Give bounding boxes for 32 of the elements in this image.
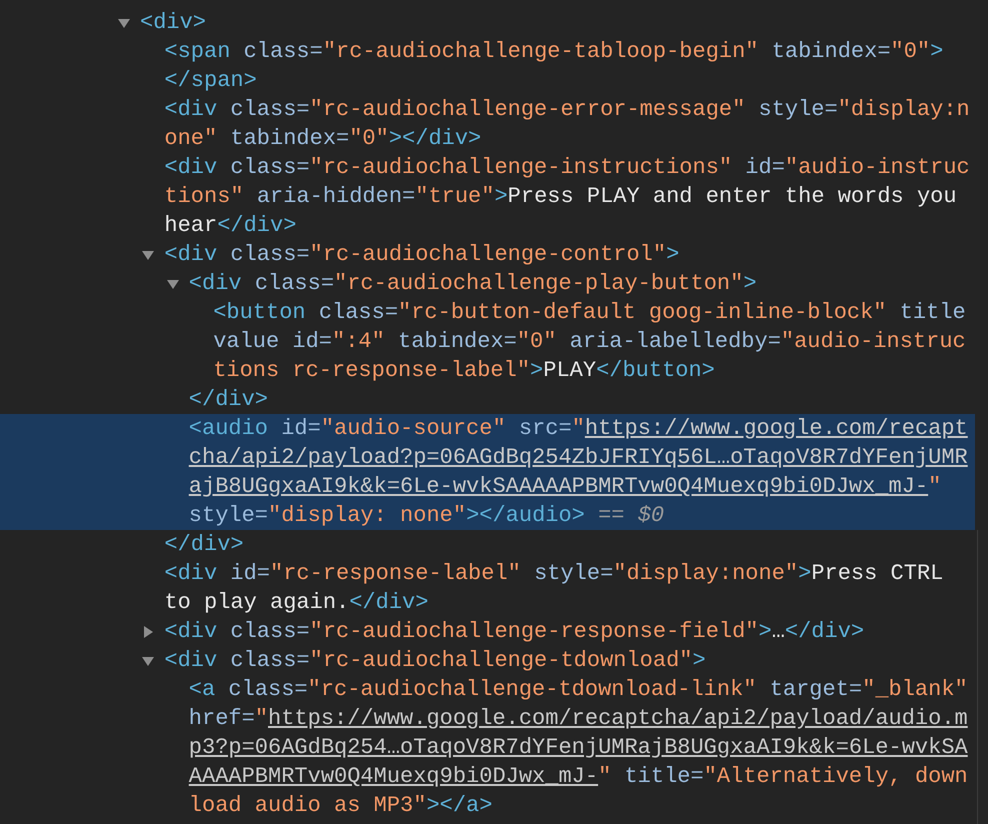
dom-node-code: <a class="rc-audiochallenge-tdownload-link" target="_blank" href="https://www.google.com/recaptcha/api2/payload/audio.mp3?p=06AGdBq254…oTaqoV8R7dYFenjUMRajB8UGgxaAI9k&k=6Le-wvkSAAAAAPBMRTvw0Q4Muexq9bi0DJwx_mJ-" title="Alternatively, download audio as MP3"></a> [188,676,969,820]
dom-node-code: <div> [140,9,208,37]
dom-tree-row[interactable]: <div class="rc-audiochallenge-response-field">…</div> [0,617,975,646]
dom-tree-row[interactable]: <div class="rc-audiochallenge-error-message" style="display:none" tabindex="0"></div> [0,95,975,153]
expand-triangle-icon[interactable] [142,626,154,638]
dom-tree-row[interactable]: <div id="rc-response-label" style="display:none">Press CTRL to play again.</div> [0,559,975,617]
dom-tree-row[interactable]: </div> [0,530,975,559]
collapse-triangle-icon[interactable] [166,278,179,290]
dom-tree-row[interactable]: </div> [0,385,975,414]
dom-tree-row[interactable] [0,414,975,530]
dom-node-code: <div id="rc-response-label" style="display:none">Press CTRL to play again.</div> [164,560,944,617]
collapse-triangle-icon[interactable] [118,16,130,28]
dom-node-code: <button class="rc-button-default goog-inline-block" title value id=":4" tabindex="0" aria-labelledby="audio-instructions rc-response-label">PLAY</button> [213,299,967,385]
dom-node-code: <audio id="audio-source" src="https://www.google.com/recaptcha/api2/payload?p=06AGdBq254ZbJFRIYq56L…oTaqoV8R7dYFenjUMRajB8UGgxaAI9k&k=6Le-wvkSAAAAAPBMRTvw0Q4Muexq9bi0DJwx_mJ-" style="display: none"></audio> == $0 [188,415,969,530]
dom-node-code: <span class="rc-audiochallenge-tabloop-begin" tabindex="0"> </span> [164,38,944,95]
dom-node-code: <div class="rc-audiochallenge-control"> [164,241,680,269]
dom-tree-row[interactable]: <div> [0,8,975,37]
dom-node-code: <div class="rc-audiochallenge-instructions" id="audio-instructions" aria-hidden="true">Press PLAY and enter the words you hear</div> [164,154,971,240]
dom-node-code: <div class="rc-audiochallenge-play-button"> [188,270,758,298]
dom-tree-row[interactable]: <span class="rc-audiochallenge-tabloop-begin" tabindex="0"> </span> [0,37,975,95]
dom-tree-row[interactable]: <button class="rc-button-default goog-inline-block" title value id=":4" tabindex="0" aria-labelledby="audio-instructions rc-response-label">PLAY</button> [0,298,975,385]
collapse-triangle-icon[interactable] [142,654,154,666]
dom-tree-row[interactable]: <div class="rc-audiochallenge-instructions" id="audio-instructions" aria-hidden="true">Press PLAY and enter the words you hear</div> [0,153,975,240]
dom-node-code: <div class="rc-audiochallenge-response-field">…</div> [164,618,866,646]
dom-node-code: <div class="rc-audiochallenge-error-message" style="display:none" tabindex="0"></div> [164,96,971,153]
dom-tree-row[interactable]: <div class="rc-audiochallenge-play-button"> [0,269,975,298]
collapse-triangle-icon[interactable] [142,248,154,260]
dom-node-code: </div> [164,531,245,559]
dom-tree-row[interactable]: <div class="rc-audiochallenge-control"> [0,240,975,269]
dom-node-code: <div class="rc-audiochallenge-tdownload"> [164,647,707,675]
dom-tree-row[interactable]: <div class="rc-audiochallenge-tdownload"> [0,646,975,675]
dom-node-code: </div> [188,386,270,414]
